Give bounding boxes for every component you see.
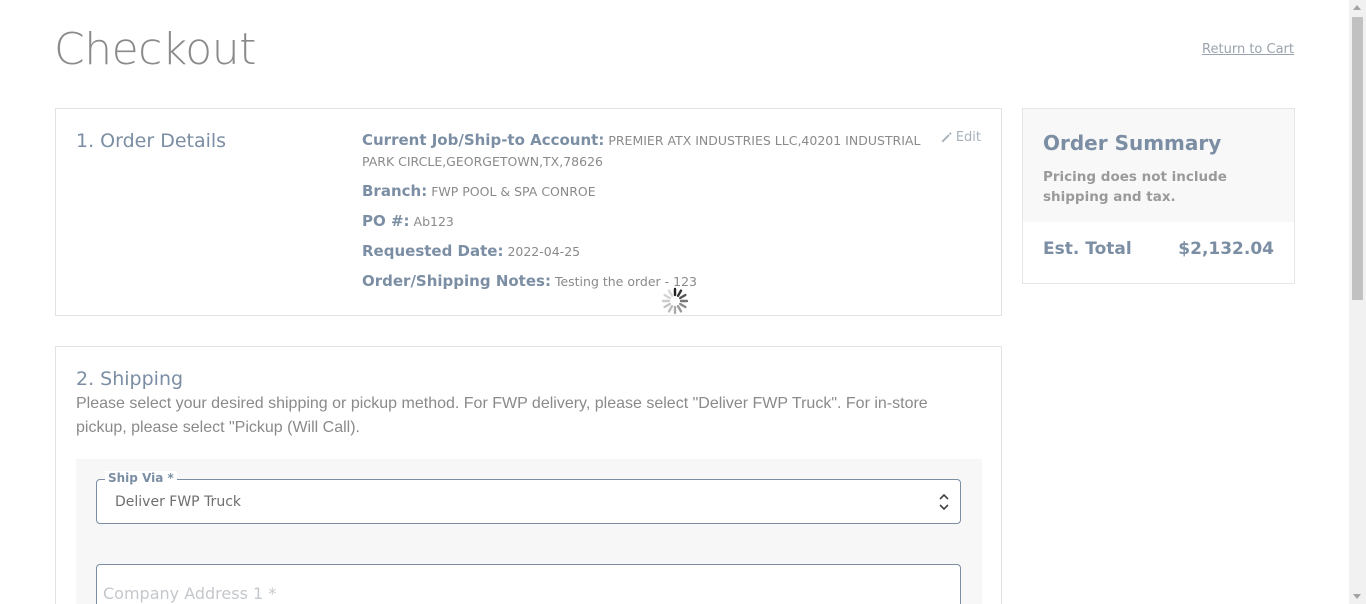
pricing-note: Pricing does not include shipping and ta… xyxy=(1043,169,1227,205)
detail-label: Branch: xyxy=(362,182,428,200)
detail-row-requested-date: Requested Date: 2022-04-25 xyxy=(362,241,922,262)
shipping-title: 2. Shipping xyxy=(76,368,184,390)
scroll-up-icon[interactable] xyxy=(1353,5,1361,10)
order-summary-title: Order Summary xyxy=(1043,131,1222,155)
pencil-icon xyxy=(941,132,952,143)
return-to-cart-link[interactable]: Return to Cart xyxy=(1202,42,1294,57)
chevron-updown-icon xyxy=(939,493,949,511)
order-details-list: Current Job/Ship-to Account: PREMIER ATX… xyxy=(362,130,922,301)
detail-value: 2022-04-25 xyxy=(507,244,581,259)
detail-label: Order/Shipping Notes: xyxy=(362,272,551,290)
detail-label: Requested Date: xyxy=(362,242,504,260)
page-scrollbar[interactable] xyxy=(1349,0,1366,604)
detail-row-po: PO #: Ab123 xyxy=(362,211,922,232)
est-total-label: Est. Total xyxy=(1043,239,1132,259)
edit-label: Edit xyxy=(955,130,981,145)
checkout-page: Checkout Return to Cart 1. Order Details… xyxy=(0,0,1366,604)
ship-via-select[interactable]: Ship Via * Deliver FWP Truck xyxy=(96,471,961,524)
ship-via-label: Ship Via * xyxy=(105,471,177,485)
order-details-card: 1. Order Details Current Job/Ship-to Acc… xyxy=(55,108,1002,316)
shipping-form-panel: Ship Via * Deliver FWP Truck xyxy=(76,459,982,604)
ship-via-value: Deliver FWP Truck xyxy=(115,494,241,510)
shipping-description: Please select your desired shipping or p… xyxy=(76,395,928,436)
est-total-value: $2,132.04 xyxy=(1178,239,1274,259)
detail-row-notes: Order/Shipping Notes: Testing the order … xyxy=(362,271,922,292)
detail-value: FWP POOL & SPA CONROE xyxy=(431,184,596,199)
page-title: Checkout xyxy=(54,24,256,75)
detail-label: PO #: xyxy=(362,212,410,230)
scroll-down-icon[interactable] xyxy=(1353,594,1361,599)
order-summary-header: Order Summary Pricing does not include s… xyxy=(1023,109,1294,222)
edit-order-details-button[interactable]: Edit xyxy=(941,130,981,145)
detail-row-branch: Branch: FWP POOL & SPA CONROE xyxy=(362,181,922,202)
detail-value: Ab123 xyxy=(413,214,454,229)
shipping-card: 2. Shipping Please select your desired s… xyxy=(55,346,1002,604)
detail-label: Current Job/Ship-to Account: xyxy=(362,131,605,149)
spinner-icon xyxy=(661,287,689,315)
detail-row-ship-to: Current Job/Ship-to Account: PREMIER ATX… xyxy=(362,130,922,172)
order-summary-card: Order Summary Pricing does not include s… xyxy=(1022,108,1295,284)
company-address-1-input[interactable] xyxy=(97,565,960,604)
scroll-thumb[interactable] xyxy=(1352,17,1363,300)
order-details-title: 1. Order Details xyxy=(76,130,227,152)
company-address-1-field[interactable] xyxy=(96,564,961,604)
